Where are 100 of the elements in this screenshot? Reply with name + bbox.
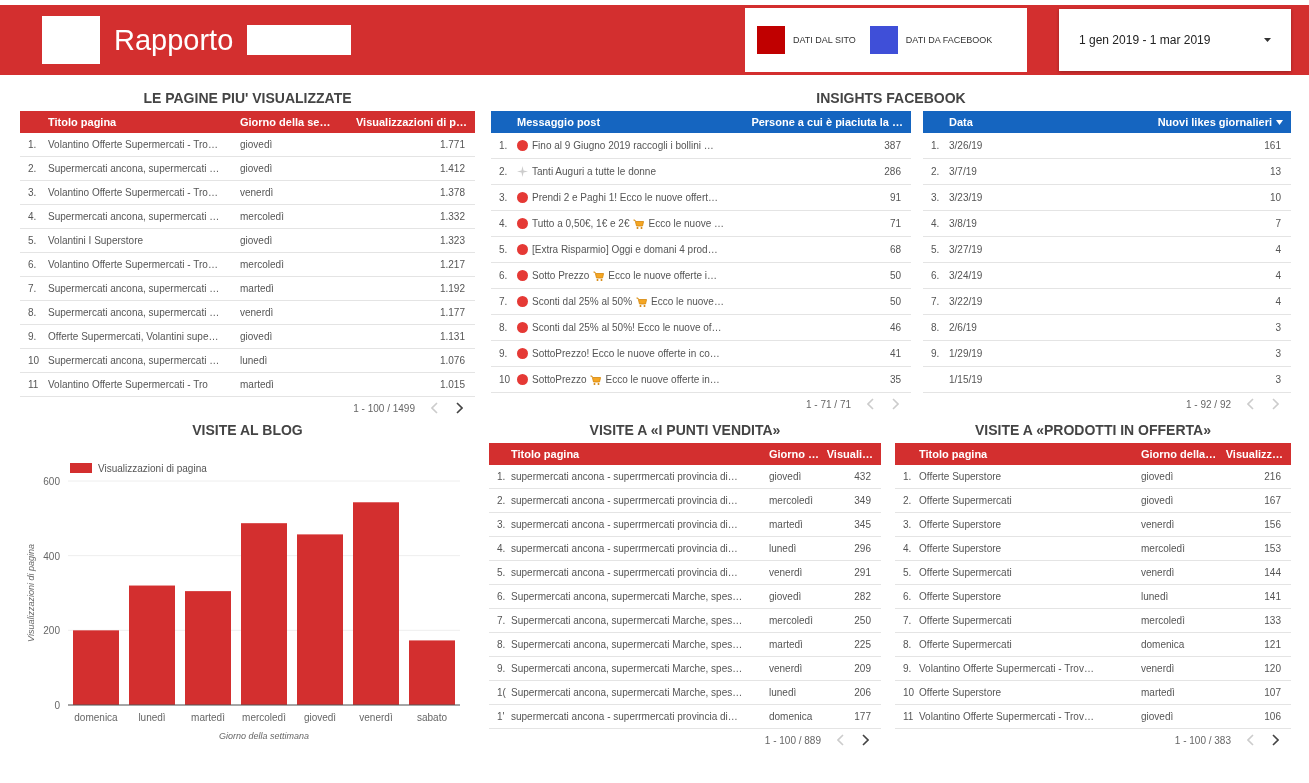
row-number: 4. xyxy=(28,210,37,223)
row-number: 10 xyxy=(28,354,40,367)
section-title: VISITE A «I PUNTI VENDITA» xyxy=(588,421,782,440)
row-number: 4. xyxy=(931,217,940,230)
row-number: 3. xyxy=(931,191,940,204)
post-message: Tutto a 0,50€, 1€ e 2€ xyxy=(532,217,630,230)
next-page-button[interactable] xyxy=(455,402,463,414)
table-cell: 50 xyxy=(889,269,901,282)
table-cell: 286 xyxy=(884,165,901,178)
row-number: 9. xyxy=(28,330,37,343)
table-cell: 106 xyxy=(1264,710,1281,723)
row-number: 9. xyxy=(499,347,508,360)
table-cell: martedì xyxy=(769,638,803,651)
column-header[interactable]: Titolo pagina xyxy=(919,447,988,461)
report-title: Rapporto xyxy=(114,23,234,57)
table-cell: 1.323 xyxy=(439,234,465,247)
column-header[interactable]: Persone a cui è piaciuta la … xyxy=(751,115,903,129)
row-number: 5. xyxy=(28,234,37,247)
column-header[interactable]: Visualizzazioni di p… xyxy=(355,115,467,129)
table-cell: 345 xyxy=(854,518,871,531)
table-cell: mercoledì xyxy=(1141,542,1185,555)
table-cell: 121 xyxy=(1264,638,1281,651)
table-cell: Supermercati ancona, supermercati … xyxy=(48,210,220,223)
row-number: 1( xyxy=(497,686,506,699)
next-page-button[interactable] xyxy=(1271,734,1279,746)
table-cell: 1.076 xyxy=(439,354,465,367)
dot-icon xyxy=(517,270,528,281)
post-message: Tanti Auguri a tutte le donne xyxy=(532,165,656,178)
post-message: Ecco le nuove offerte i… xyxy=(608,269,718,282)
column-header[interactable]: Data xyxy=(949,115,973,129)
section-title: LE PAGINE PIU' VISUALIZZATE xyxy=(142,89,353,108)
table-cell: domenica xyxy=(1141,638,1185,651)
table-cell: 1.412 xyxy=(439,162,465,175)
column-header[interactable]: Nuovi likes giornalieri xyxy=(1157,115,1283,129)
row-number: 4. xyxy=(499,217,508,230)
post-message: Ecco le nuove… xyxy=(651,295,724,308)
date-range-dropdown[interactable]: 1 gen 2019 - 1 mar 2019 xyxy=(1059,9,1291,71)
table-cell: 1.332 xyxy=(439,210,465,223)
y-tick-label: 600 xyxy=(43,476,60,487)
row-number: 3. xyxy=(903,518,912,531)
row-number: 2. xyxy=(28,162,37,175)
row-number: 8. xyxy=(497,638,506,651)
page-range: 1 - 100 / 383 xyxy=(1174,734,1231,746)
column-header[interactable]: Visuali… xyxy=(826,447,873,461)
next-page-button[interactable] xyxy=(861,734,869,746)
column-header[interactable]: Giorno … xyxy=(769,447,820,461)
table-cell: martedì xyxy=(240,378,274,391)
table-cell: lunedì xyxy=(769,542,797,555)
table-cell: Volantino Offerte Supermercati - Tro… xyxy=(48,186,218,199)
table-cell: giovedì xyxy=(240,234,273,247)
row-number: 10 xyxy=(903,686,915,699)
column-header[interactable]: Giorno della… xyxy=(1141,447,1217,461)
legend-label: Visualizzazioni di pagina xyxy=(98,463,207,474)
table-cell: 91 xyxy=(889,191,901,204)
table-cell: mercoledì xyxy=(769,614,813,627)
page-range: 1 - 92 / 92 xyxy=(1185,398,1231,410)
table-cell: 3/23/19 xyxy=(949,191,983,204)
row-number: 8. xyxy=(931,321,940,334)
table-cell: 156 xyxy=(1264,518,1281,531)
row-number: 7. xyxy=(28,282,37,295)
row-number: 7. xyxy=(903,614,912,627)
table-cell: 120 xyxy=(1264,662,1281,675)
column-header[interactable]: Titolo pagina xyxy=(48,115,117,129)
table-cell: Supermercati ancona, supermercati Marche, spes… xyxy=(511,590,743,603)
table-cell: venerdì xyxy=(1141,518,1175,531)
post-message: Ecco le nuove offerte in… xyxy=(605,373,720,386)
column-header[interactable]: Giorno della se… xyxy=(240,115,331,129)
x-tick-label: domenica xyxy=(74,712,118,723)
post-message: Sotto Prezzo xyxy=(532,269,590,282)
table-cell: 153 xyxy=(1264,542,1281,555)
x-axis-title: Giorno della settimana xyxy=(218,731,310,741)
row-number: 10 xyxy=(499,373,511,386)
table-cell: Supermercati ancona, supermercati Marche, spes… xyxy=(511,638,743,651)
row-number: 1. xyxy=(497,470,506,483)
table-cell: mercoledì xyxy=(1141,614,1185,627)
column-header[interactable]: Titolo pagina xyxy=(511,447,580,461)
table-cell: 3/7/19 xyxy=(949,165,977,178)
table-cell: martedì xyxy=(240,282,274,295)
table-cell: 167 xyxy=(1264,494,1281,507)
table-cell: giovedì xyxy=(240,138,273,151)
table-cell: giovedì xyxy=(769,590,802,603)
page-range: 1 - 100 / 1499 xyxy=(353,402,415,414)
caret-icon xyxy=(1264,38,1271,42)
table-cell: 1.192 xyxy=(439,282,465,295)
column-header[interactable]: Visualizz… xyxy=(1225,447,1283,461)
table-cell: Volantino Offerte Supermercati - Tro xyxy=(48,378,208,391)
row-number: 9. xyxy=(931,347,940,360)
table-cell: 250 xyxy=(854,614,871,627)
table-cell: Volantino Offerte Supermercati - Tro… xyxy=(48,258,218,271)
row-number: 5. xyxy=(931,243,940,256)
dot-icon xyxy=(517,296,528,307)
post-message: SottoPrezzo! Ecco le nuove offerte in co… xyxy=(532,347,720,360)
row-number: 11 xyxy=(903,710,914,723)
table-cell: venerdì xyxy=(1141,662,1175,675)
row-number: 7. xyxy=(499,295,508,308)
y-tick-label: 400 xyxy=(43,550,60,562)
row-number: 6. xyxy=(497,590,506,603)
table-cell: mercoledì xyxy=(240,210,284,223)
column-header[interactable]: Messaggio post xyxy=(517,115,601,129)
table-cell: giovedì xyxy=(769,470,802,483)
